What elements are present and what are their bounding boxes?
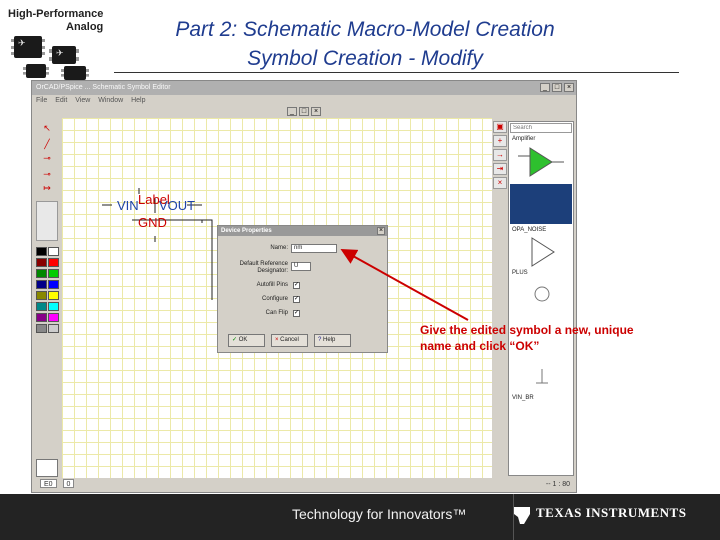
pin-tool-icon[interactable]: ⊸ — [40, 153, 54, 163]
color-swatch[interactable] — [48, 291, 59, 300]
menu-help[interactable]: Help — [131, 97, 145, 104]
color-swatch[interactable] — [48, 324, 59, 333]
name-input[interactable]: nm — [291, 244, 337, 253]
autofill-pins-label: Autofill Pins — [256, 282, 288, 288]
pointer-tool-icon[interactable]: ↖ — [40, 123, 54, 133]
color-swatch[interactable] — [36, 280, 47, 289]
color-swatch[interactable] — [48, 258, 59, 267]
color-swatch[interactable] — [36, 269, 47, 278]
slide-title-line2: Symbol Creation - Modify — [247, 47, 483, 70]
menubar: File Edit View Window Help — [32, 95, 576, 107]
text-tool-icon[interactable]: ↦ — [40, 183, 54, 193]
lock-icon[interactable]: ▣ — [493, 121, 507, 133]
slide-title-line1: Part 2: Schematic Macro-Model Creation — [175, 18, 555, 41]
panel-item[interactable]: Amplifier — [512, 136, 535, 142]
panel-item[interactable]: PLUS — [512, 270, 528, 276]
brand-line2: Analog — [66, 21, 104, 33]
panel-item[interactable]: VIN_BR — [512, 395, 534, 401]
menu-window[interactable]: Window — [98, 97, 123, 104]
panel-item[interactable]: OPA_NOISE — [512, 227, 546, 233]
name-label: Name: — [270, 245, 288, 251]
check-icon: ✓ — [232, 337, 239, 343]
color-swatch[interactable] — [48, 302, 59, 311]
current-color-box[interactable] — [36, 459, 58, 477]
configure-label: Configure — [261, 296, 288, 302]
minimize-icon[interactable]: _ — [540, 83, 550, 92]
symbol-library-panel: Amplifier OPA_NOISE PLUS VIN_BR — [508, 121, 574, 476]
pin-tool-icon[interactable]: ⊸ — [40, 169, 54, 179]
brand-line1: High-Performance — [8, 8, 104, 20]
window-titlebar[interactable]: OrCAD/PSpice ... Schematic Symbol Editor… — [32, 81, 576, 95]
dialog-close-icon[interactable]: × — [377, 227, 385, 235]
arrow-icon[interactable]: → — [493, 149, 507, 161]
color-swatch[interactable] — [48, 269, 59, 278]
color-swatch[interactable] — [48, 280, 59, 289]
vin-pin-label[interactable]: VIN — [117, 198, 139, 213]
selected-library-item[interactable] — [510, 184, 572, 224]
window-title: OrCAD/PSpice ... Schematic Symbol Editor — [36, 84, 171, 91]
dialog-title: Device Properties — [218, 226, 387, 236]
ok-button[interactable]: ✓ OK — [228, 334, 265, 347]
delete-icon[interactable]: × — [493, 177, 507, 189]
right-toolbar: ▣ + → ⇥ × — [493, 121, 507, 201]
chip-icon: ✈ — [49, 46, 79, 64]
font-select[interactable]: E0 — [40, 479, 57, 488]
chip-icon: ✈ — [11, 36, 45, 58]
mdi-minimize-icon[interactable]: _ — [287, 107, 297, 116]
ground-symbol[interactable] — [512, 367, 572, 397]
help-button[interactable]: ? Help — [314, 334, 351, 347]
menu-file[interactable]: File — [36, 97, 47, 104]
close-icon[interactable]: × — [564, 83, 574, 92]
mdi-controls: _ □ × — [32, 107, 576, 118]
menu-view[interactable]: View — [75, 97, 90, 104]
chip-icon — [61, 66, 89, 80]
mdi-close-icon[interactable]: × — [311, 107, 321, 116]
opamp-symbol[interactable] — [512, 234, 572, 274]
statusbar: E0 0 -- 1 : 80 — [32, 478, 576, 492]
callout-text: Give the edited symbol a new, unique nam… — [420, 323, 634, 353]
menu-edit[interactable]: Edit — [55, 97, 67, 104]
style-options[interactable] — [36, 201, 58, 241]
title-divider — [114, 72, 679, 73]
brand-logo: High-Performance Analog ✈ ✈ — [8, 8, 108, 80]
footer-bar: Technology for Innovators™ TEXAS INSTRUM… — [0, 494, 720, 540]
tool-palette: ↖ ╱ ⊸ ⊸ ↦ — [34, 121, 61, 481]
maximize-icon[interactable]: □ — [552, 83, 562, 92]
color-swatch[interactable] — [48, 313, 59, 322]
add-icon[interactable]: + — [493, 135, 507, 147]
slide: High-Performance Analog ✈ ✈ Part 2: Sche… — [0, 0, 720, 540]
gnd-pin-label[interactable]: GND — [138, 215, 167, 230]
color-swatch[interactable] — [36, 258, 47, 267]
coordinates-readout: -- 1 : 80 — [545, 481, 570, 488]
reference-designator-label: Default Reference Designator: — [239, 261, 288, 274]
cancel-button[interactable]: × Cancel — [271, 334, 308, 347]
can-flip-checkbox[interactable]: ✓ — [293, 310, 300, 317]
color-swatch[interactable] — [36, 324, 47, 333]
color-swatch[interactable] — [36, 302, 47, 311]
export-icon[interactable]: ⇥ — [493, 163, 507, 175]
layer-select[interactable]: 0 — [62, 479, 75, 488]
autofill-pins-checkbox[interactable]: ✓ — [293, 282, 300, 289]
vout-pin-label[interactable]: VOUT — [159, 198, 195, 213]
library-search-input[interactable] — [510, 123, 572, 133]
plus-symbol[interactable] — [512, 278, 572, 318]
mdi-maximize-icon[interactable]: □ — [299, 107, 309, 116]
footer-tagline: Technology for Innovators™ — [292, 506, 467, 522]
company-name: TEXAS INSTRUMENTS — [536, 505, 687, 520]
device-properties-dialog: Device Properties × Name: nm Default Ref… — [217, 225, 388, 353]
chip-icon — [23, 64, 49, 78]
slide-title: Part 2: Schematic Macro-Model Creation S… — [120, 15, 610, 73]
color-swatch[interactable] — [48, 247, 59, 256]
configure-checkbox[interactable]: ✓ — [293, 296, 300, 303]
color-swatch[interactable] — [36, 247, 47, 256]
amplifier-symbol[interactable] — [512, 144, 572, 184]
line-tool-icon[interactable]: ╱ — [40, 139, 54, 149]
color-swatch[interactable] — [36, 291, 47, 300]
color-swatch[interactable] — [36, 313, 47, 322]
can-flip-label: Can Flip — [265, 310, 288, 316]
reference-designator-input[interactable]: U — [291, 262, 311, 271]
ti-logo-icon — [514, 507, 530, 524]
